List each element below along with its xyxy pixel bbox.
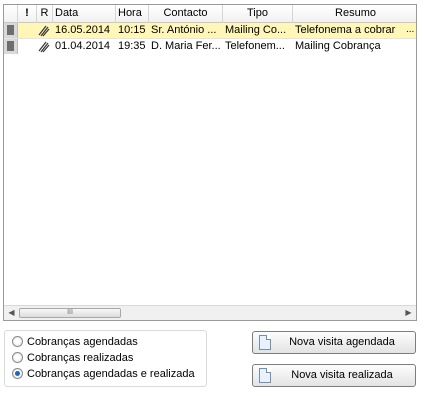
cell-resumo: Mailing Cobrança [295,40,381,52]
column-header-contacto[interactable]: Contacto [149,5,223,23]
cell-data: 16.05.2014 [55,24,111,36]
column-header-data[interactable]: Data [53,5,116,23]
horizontal-scrollbar[interactable]: ◀ III ▶ [4,305,416,320]
cell-data: 01.04.2014 [55,40,111,52]
cell-hora: 19:35 [118,40,146,52]
scroll-left-arrow-icon[interactable]: ◀ [4,306,19,320]
table-row[interactable]: 01.04.2014 19:35 D. Maria Fer... Telefon… [4,38,416,54]
cell-contacto: D. Maria Fer... [151,40,221,52]
cell-resumo: Telefonema a cobrar [295,24,396,36]
radio-button-icon[interactable] [12,336,23,347]
column-header-resumo[interactable]: Resumo [293,5,416,23]
new-scheduled-visit-button[interactable]: Nova visita agendada [252,331,416,354]
radio-button-selected-icon[interactable] [12,368,23,379]
button-label: Nova visita agendada [289,336,395,348]
radio-button-icon[interactable] [12,352,23,363]
row-selector[interactable] [4,39,18,54]
attachment-clip-icon [38,25,50,37]
radio-label: Cobranças agendadas [27,336,138,348]
cell-hora: 10:15 [118,24,146,36]
column-header-tipo[interactable]: Tipo [223,5,293,23]
scroll-thumb[interactable]: III [19,308,121,318]
cell-more: ... [406,24,415,35]
radio-label: Cobranças realizadas [27,352,134,364]
column-header-read[interactable]: R [37,5,53,23]
radio-cobrancas-agendadas[interactable]: Cobranças agendadas [12,336,138,350]
row-header-corner [4,5,18,23]
column-header-flag[interactable]: ! [18,5,37,23]
button-label: Nova visita realizada [291,369,393,381]
table-row[interactable]: 16.05.2014 10:15 Sr. António ... Mailing… [4,23,416,38]
column-header-hora[interactable]: Hora [116,5,149,23]
visits-grid[interactable]: ! R Data Hora Contacto Tipo Resumo 16.05… [3,4,417,321]
radio-label: Cobranças agendadas e realizada [27,368,195,380]
document-icon [259,368,271,383]
radio-cobrancas-realizadas[interactable]: Cobranças realizadas [12,352,133,366]
document-icon [259,335,271,350]
row-selector[interactable] [4,23,18,38]
filter-radio-group: Cobranças agendadas Cobranças realizadas… [4,330,207,387]
cell-tipo: Telefonem... [225,40,285,52]
scroll-right-arrow-icon[interactable]: ▶ [401,306,416,320]
cell-tipo: Mailing Co... [225,24,287,36]
grid-header: ! R Data Hora Contacto Tipo Resumo [4,5,416,23]
radio-cobrancas-agendadas-realizadas[interactable]: Cobranças agendadas e realizada [12,368,195,382]
cell-contacto: Sr. António ... [151,24,217,36]
new-done-visit-button[interactable]: Nova visita realizada [252,364,416,387]
attachment-clip-icon [38,41,50,53]
